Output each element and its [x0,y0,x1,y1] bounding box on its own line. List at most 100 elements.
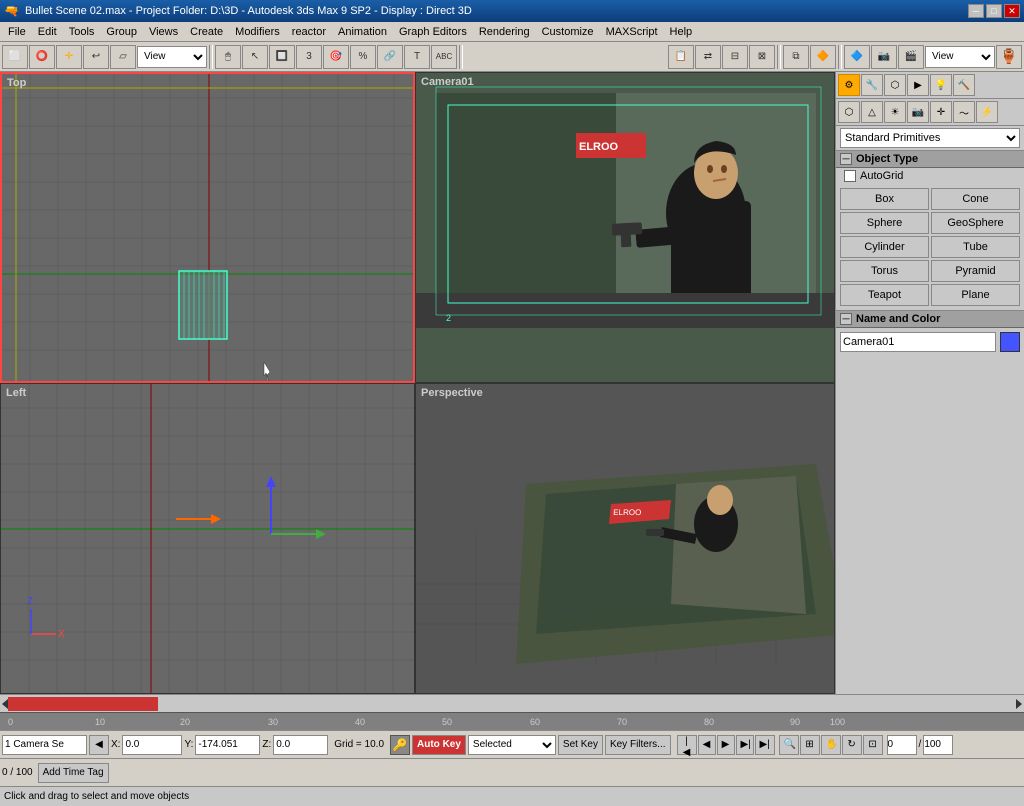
panel-modify-btn[interactable]: 🔧 [861,74,883,96]
toolbar-select-by-name[interactable]: 🔲 [269,45,295,69]
obj-btn-tube[interactable]: Tube [931,236,1020,258]
panel-light-btn[interactable]: ☀ [884,101,906,123]
panel-system-btn[interactable]: ⚡ [976,101,998,123]
viewport-top[interactable]: Top [0,72,415,383]
minimize-button[interactable]: ─ [968,4,984,18]
toolbar-3d-btn[interactable]: 3 [296,45,322,69]
obj-btn-torus[interactable]: Torus [840,260,929,282]
panel-spacewarp-btn[interactable]: 〜 [953,101,975,123]
pan-btn[interactable]: ✋ [821,735,841,755]
maximize-button[interactable]: □ [986,4,1002,18]
section-collapse-object-type[interactable]: ─ [840,153,852,165]
toolbar-goblet[interactable]: 🏺 [996,45,1022,69]
toolbar-named-sel[interactable]: 📋 [668,45,694,69]
menu-create[interactable]: Create [184,24,229,40]
panel-create-btn[interactable]: ⚙ [838,74,860,96]
timeline-arrow-right[interactable] [1016,699,1022,709]
menu-tools[interactable]: Tools [63,24,101,40]
toolbar-layers[interactable]: ⧉ [783,45,809,69]
toolbar-select-region[interactable]: ⬜ [2,45,28,69]
goto-end-btn[interactable]: ▶| [755,735,775,755]
panel-geo-btn[interactable]: ⬡ [838,101,860,123]
menu-maxscript[interactable]: MAXScript [600,24,664,40]
menu-views[interactable]: Views [143,24,184,40]
toolbar-frame[interactable]: ▱ [110,45,136,69]
menu-modifiers[interactable]: Modifiers [229,24,286,40]
autogrid-checkbox[interactable] [844,170,856,182]
obj-btn-box[interactable]: Box [840,188,929,210]
coord-y-input[interactable] [195,735,260,755]
next-frame-btn[interactable]: ▶| [736,735,754,755]
panel-motion-btn[interactable]: ▶ [907,74,929,96]
zoom-btn[interactable]: 🔍 [779,735,799,755]
frame-input[interactable] [887,735,917,755]
menu-help[interactable]: Help [664,24,699,40]
toolbar-align[interactable]: ⊟ [722,45,748,69]
coord-z-input[interactable] [273,735,328,755]
toolbar-percent[interactable]: % [350,45,376,69]
close-button[interactable]: ✕ [1004,4,1020,18]
toolbar-select-filter[interactable]: 🖱 [215,45,241,69]
toolbar-render-quick[interactable]: 🎬 [898,45,924,69]
toolbar-render-setup[interactable]: 📷 [871,45,897,69]
panel-shape-btn[interactable]: △ [861,101,883,123]
zoom-all-btn[interactable]: ⊞ [800,735,820,755]
toolbar-abc[interactable]: ABC [431,45,457,69]
toolbar-view-dropdown[interactable]: View [137,46,207,68]
obj-btn-cone[interactable]: Cone [931,188,1020,210]
toolbar-select[interactable]: ↖ [242,45,268,69]
menu-file[interactable]: File [2,24,32,40]
menu-animation[interactable]: Animation [332,24,393,40]
toolbar-select-circle[interactable]: ⭕ [29,45,55,69]
goto-start-btn[interactable]: |◀ [677,735,697,755]
menu-rendering[interactable]: Rendering [473,24,536,40]
panel-display-btn[interactable]: 💡 [930,74,952,96]
section-collapse-name-color[interactable]: ─ [840,313,852,325]
prev-frame-btn[interactable]: ◀ [698,735,716,755]
viewport-left[interactable]: Left [0,383,415,694]
viewport-camera[interactable]: Camera01 ELROO [415,72,835,383]
panel-camera-btn[interactable]: 📷 [907,101,929,123]
arc-rotate-btn[interactable]: ↻ [842,735,862,755]
menu-group[interactable]: Group [100,24,143,40]
obj-btn-plane[interactable]: Plane [931,284,1020,306]
obj-btn-pyramid[interactable]: Pyramid [931,260,1020,282]
obj-btn-teapot[interactable]: Teapot [840,284,929,306]
key-filters-button[interactable]: Key Filters... [605,735,671,755]
toolbar-align2[interactable]: ⊠ [749,45,775,69]
coord-x-input[interactable] [122,735,182,755]
end-frame-input[interactable] [923,735,953,755]
obj-btn-cylinder[interactable]: Cylinder [840,236,929,258]
toolbar-schematic[interactable]: 🔶 [810,45,836,69]
autokey-button[interactable]: Auto Key [412,735,466,755]
toolbar-view-dropdown-2[interactable]: View [925,46,995,68]
menu-graph-editors[interactable]: Graph Editors [393,24,473,40]
timeline-bar[interactable] [0,694,1024,712]
section-header-object-type[interactable]: ─ Object Type [836,150,1024,168]
toolbar-move[interactable]: ✛ [56,45,82,69]
add-time-tag-button[interactable]: Add Time Tag [38,763,109,783]
toolbar-material[interactable]: 🔷 [844,45,870,69]
obj-btn-sphere[interactable]: Sphere [840,212,929,234]
toolbar-magnet[interactable]: 🔗 [377,45,403,69]
section-header-name-color[interactable]: ─ Name and Color [836,310,1024,328]
panel-helper-btn[interactable]: ✛ [930,101,952,123]
obj-btn-geosphere[interactable]: GeoSphere [931,212,1020,234]
menu-reactor[interactable]: reactor [286,24,332,40]
name-input[interactable] [840,332,996,352]
camera-nav-prev[interactable]: ◀ [89,735,109,755]
menu-customize[interactable]: Customize [536,24,600,40]
toolbar-undo[interactable]: ↩ [83,45,109,69]
viewport-perspective[interactable]: Perspective [415,383,835,694]
toolbar-text[interactable]: T [404,45,430,69]
panel-hierarchy-btn[interactable]: ⬡ [884,74,906,96]
play-btn[interactable]: ▶ [717,735,735,755]
color-swatch[interactable] [1000,332,1020,352]
menu-edit[interactable]: Edit [32,24,63,40]
camera-count-input[interactable] [2,735,87,755]
selected-dropdown[interactable]: Selected [468,735,556,755]
toolbar-mirror[interactable]: ⇄ [695,45,721,69]
maximize-viewport-btn[interactable]: ⊡ [863,735,883,755]
primitive-type-dropdown[interactable]: Standard Primitives [840,128,1020,148]
set-key-button[interactable]: Set Key [558,735,603,755]
